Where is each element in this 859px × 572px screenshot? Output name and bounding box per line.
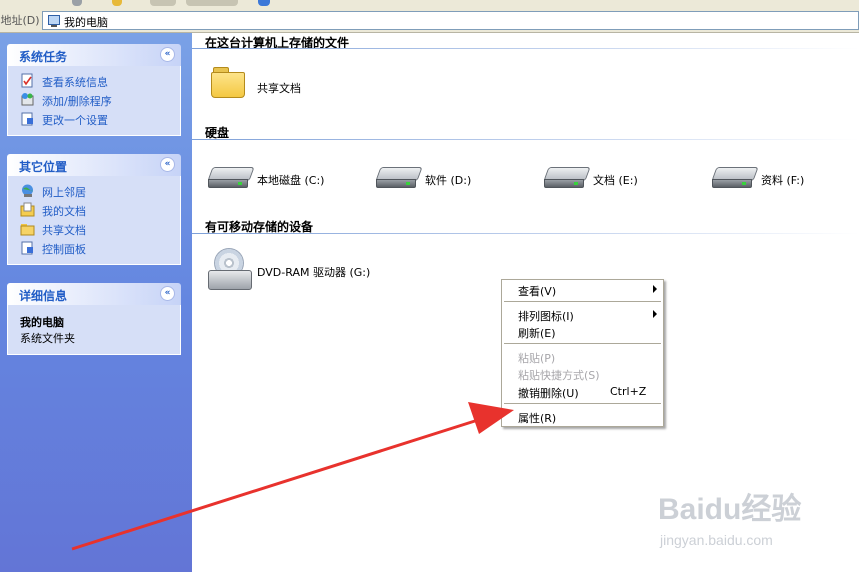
watermark-logo: Baidu经验 bbox=[658, 493, 802, 526]
watermark-url: jingyan.baidu.com bbox=[660, 532, 773, 548]
